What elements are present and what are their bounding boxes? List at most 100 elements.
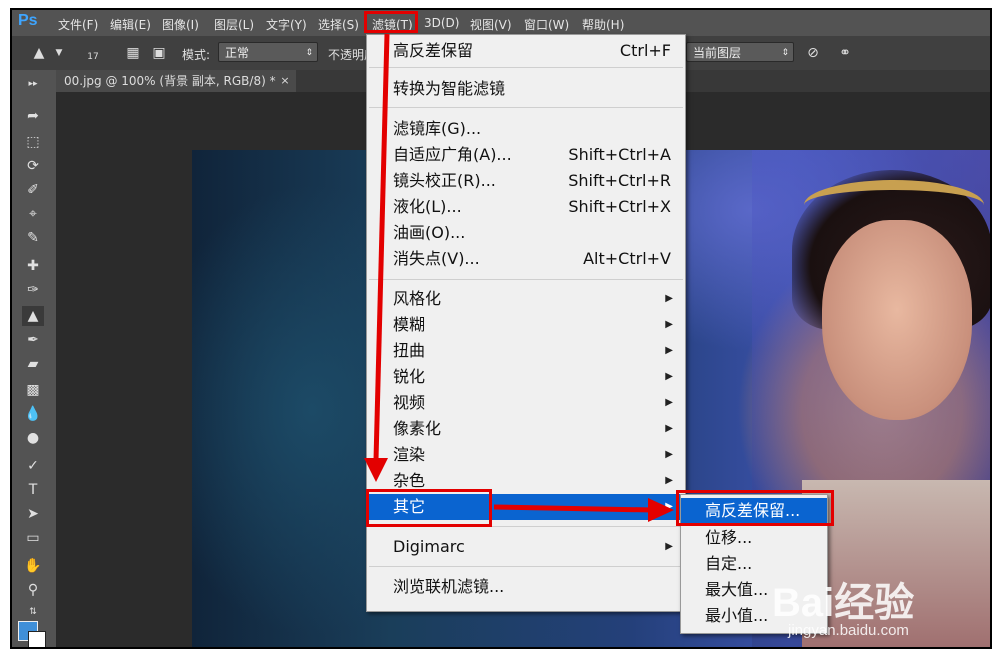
- blur-icon[interactable]: 💧: [22, 404, 44, 424]
- menu-item-digimarc[interactable]: Digimarc ▶: [367, 534, 685, 560]
- menu-separator: [369, 107, 683, 108]
- eyedropper-icon[interactable]: ✎: [22, 228, 44, 248]
- close-icon[interactable]: ×: [280, 70, 289, 92]
- menu-item-label: 视频: [393, 393, 426, 412]
- menu-3d[interactable]: 3D(D): [424, 16, 459, 30]
- ignore-adjustment-icon[interactable]: ⊘: [802, 42, 824, 64]
- path-select-icon[interactable]: ➤: [22, 504, 44, 524]
- zoom-icon[interactable]: ⚲: [22, 580, 44, 600]
- menu-item-shortcut: Shift+Ctrl+X: [568, 197, 671, 216]
- menu-item-label: 转换为智能滤镜: [393, 79, 506, 98]
- submenu-item-label: 自定...: [705, 554, 753, 573]
- hand-icon[interactable]: ✋: [22, 556, 44, 576]
- background-color-swatch[interactable]: [28, 631, 46, 647]
- pen-icon[interactable]: ✓: [22, 456, 44, 476]
- healing-icon[interactable]: ✚: [22, 256, 44, 276]
- document-tab-title: 00.jpg @ 100% (背景 副本, RGB/8) *: [64, 74, 276, 88]
- watermark-url: jingyan.baidu.com: [788, 622, 909, 639]
- baidu-watermark: Bai经验 jingyan.baidu.com: [772, 570, 990, 646]
- sample-select[interactable]: 当前图层 ⇕: [686, 42, 794, 62]
- menu-item-render[interactable]: 渲染 ▶: [367, 442, 685, 468]
- collapse-toolbox-icon[interactable]: ▸▸: [22, 74, 44, 94]
- lasso-icon[interactable]: ⟳: [22, 156, 44, 176]
- mode-select[interactable]: 正常 ⇕: [218, 42, 318, 62]
- menu-window[interactable]: 窗口(W): [524, 16, 569, 33]
- menu-item-liquify[interactable]: 液化(L)... Shift+Ctrl+X: [367, 194, 685, 220]
- photo-headpiece: [804, 180, 984, 230]
- mode-select-chevron-icon: ⇕: [305, 48, 313, 58]
- submenu-arrow-icon: ▶: [665, 541, 673, 552]
- menu-select[interactable]: 选择(S): [318, 16, 359, 33]
- menu-item-label: 渲染: [393, 445, 426, 464]
- sample-select-value: 当前图层: [693, 46, 742, 60]
- menu-item-shortcut: Ctrl+F: [619, 41, 671, 60]
- eraser-icon[interactable]: ▰: [22, 354, 44, 374]
- annotation-box-filter-menu: [364, 11, 418, 33]
- menu-item-label: 扭曲: [393, 341, 426, 360]
- swap-colors-icon[interactable]: ⇅: [22, 602, 44, 622]
- sample-select-chevron-icon: ⇕: [781, 48, 789, 58]
- quick-select-icon[interactable]: ✐: [22, 180, 44, 200]
- menu-item-label: 像素化: [393, 419, 442, 438]
- menu-item-convert-smart-filter[interactable]: 转换为智能滤镜: [367, 76, 685, 102]
- dodge-icon[interactable]: ●: [22, 428, 44, 448]
- submenu-arrow-icon: ▶: [665, 397, 673, 408]
- menu-view[interactable]: 视图(V): [470, 16, 512, 33]
- photo-face: [822, 220, 972, 420]
- menu-item-label: 油画(O)...: [393, 223, 466, 242]
- tool-preset-chevron-icon[interactable]: ▼: [48, 42, 70, 64]
- annotation-box-other: [366, 489, 492, 527]
- menu-item-video[interactable]: 视频 ▶: [367, 390, 685, 416]
- stamp-icon[interactable]: ▲: [28, 42, 50, 64]
- menu-item-distort[interactable]: 扭曲 ▶: [367, 338, 685, 364]
- submenu-item-offset[interactable]: 位移...: [681, 525, 827, 551]
- submenu-arrow-icon: ▶: [665, 423, 673, 434]
- menu-item-filter-gallery[interactable]: 滤镜库(G)...: [367, 116, 685, 142]
- menu-item-sharpen[interactable]: 锐化 ▶: [367, 364, 685, 390]
- brush-icon[interactable]: ✑: [22, 280, 44, 300]
- pressure-icon[interactable]: ⚭: [834, 42, 856, 64]
- submenu-arrow-icon: ▶: [665, 293, 673, 304]
- move-icon[interactable]: ➦: [22, 106, 44, 126]
- document-tab[interactable]: 00.jpg @ 100% (背景 副本, RGB/8) * ×: [56, 70, 296, 92]
- menu-item-blur[interactable]: 模糊 ▶: [367, 312, 685, 338]
- watermark-logo: Bai经验: [772, 581, 915, 625]
- menu-item-label: 高反差保留: [393, 41, 474, 60]
- crop-icon[interactable]: ⌖: [22, 204, 44, 224]
- submenu-arrow-icon: ▶: [665, 475, 673, 486]
- menu-help[interactable]: 帮助(H): [582, 16, 624, 33]
- toolbox: ▸▸ ➦ ⬚ ⟳ ✐ ⌖ ✎ ✚ ✑ ▲ ✒ ▰ ▩ 💧 ● ✓ T ➤ ▭ ✋…: [12, 70, 57, 647]
- menu-image[interactable]: 图像(I): [162, 16, 199, 33]
- submenu-item-label: 最大值...: [705, 580, 769, 599]
- menu-item-vanishing-point[interactable]: 消失点(V)... Alt+Ctrl+V: [367, 246, 685, 272]
- type-icon[interactable]: T: [22, 480, 44, 500]
- submenu-arrow-icon: ▶: [665, 449, 673, 460]
- gradient-icon[interactable]: ▩: [22, 380, 44, 400]
- marquee-icon[interactable]: ⬚: [22, 132, 44, 152]
- menu-layer[interactable]: 图层(L): [214, 16, 254, 33]
- menu-type[interactable]: 文字(Y): [266, 16, 307, 33]
- menu-item-lens-correction[interactable]: 镜头校正(R)... Shift+Ctrl+R: [367, 168, 685, 194]
- menu-item-pixelate[interactable]: 像素化 ▶: [367, 416, 685, 442]
- menu-separator: [369, 566, 683, 567]
- history-brush-icon[interactable]: ✒: [22, 330, 44, 350]
- shape-icon[interactable]: ▭: [22, 528, 44, 548]
- menu-item-adaptive-wide-angle[interactable]: 自适应广角(A)... Shift+Ctrl+A: [367, 142, 685, 168]
- menu-item-browse-online-filters[interactable]: 浏览联机滤镜...: [367, 574, 685, 600]
- menu-item-label: 锐化: [393, 367, 426, 386]
- clone-stamp-icon[interactable]: ▲: [22, 306, 44, 326]
- submenu-arrow-icon: ▶: [665, 319, 673, 330]
- clone-source-icon[interactable]: ▣: [148, 42, 170, 64]
- menu-item-last-filter[interactable]: 高反差保留 Ctrl+F: [367, 38, 685, 64]
- menu-item-label: 液化(L)...: [393, 197, 462, 216]
- brush-preset-icon[interactable]: 17: [82, 42, 104, 64]
- annotation-box-high-pass: [676, 490, 834, 526]
- menu-file[interactable]: 文件(F): [58, 16, 98, 33]
- menu-item-label: 消失点(V)...: [393, 249, 480, 268]
- menu-item-oil-paint[interactable]: 油画(O)...: [367, 220, 685, 246]
- menu-item-label: 风格化: [393, 289, 442, 308]
- menu-item-label: 模糊: [393, 315, 426, 334]
- menu-item-stylize[interactable]: 风格化 ▶: [367, 286, 685, 312]
- menu-edit[interactable]: 编辑(E): [110, 16, 151, 33]
- toggle-brush-panel-icon[interactable]: ▦: [122, 42, 144, 64]
